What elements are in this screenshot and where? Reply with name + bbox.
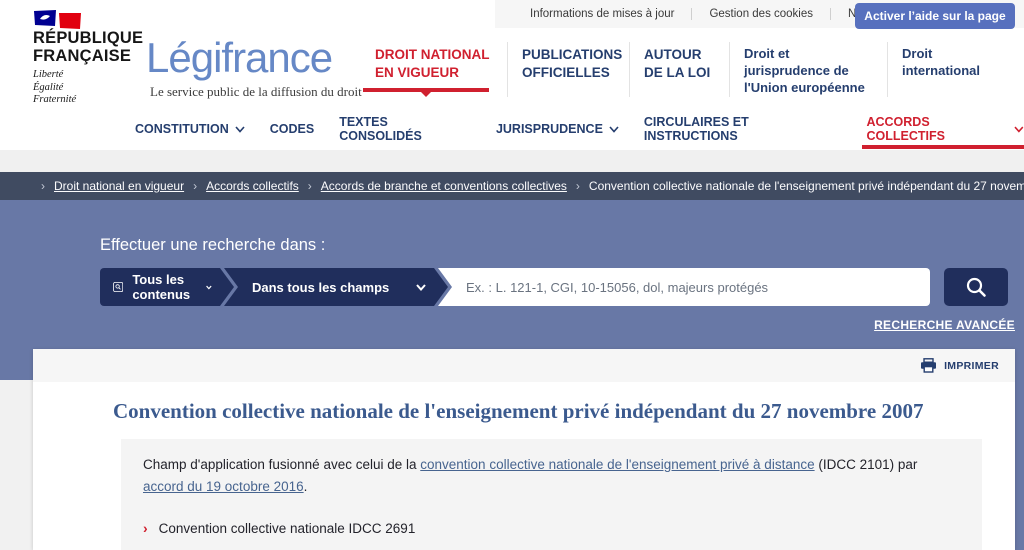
- nav-item-label: PUBLICATIONS OFFICIELLES: [522, 47, 622, 80]
- cookies-link[interactable]: Gestion des cookies: [691, 8, 830, 20]
- breadcrumb-separator: ›: [41, 179, 45, 193]
- legifrance-logo[interactable]: Légifrance: [146, 34, 332, 82]
- scope-notice-text: Champ d'application fusionné avec celui …: [143, 454, 960, 499]
- nav-item-label: Droit et jurisprudence de l'Union europé…: [744, 46, 865, 95]
- field-dropdown-value: Dans tous les champs: [252, 280, 389, 295]
- list-item-label: Enseignement privé indépendant: [159, 543, 356, 550]
- search-input[interactable]: [438, 268, 930, 306]
- breadcrumb-droit-national[interactable]: Droit national en vigueur: [54, 179, 184, 193]
- list-item-enseignement-prive[interactable]: Enseignement privé indépendant: [143, 542, 960, 550]
- search-scope-dropdown[interactable]: Tous les contenus: [100, 268, 234, 306]
- breadcrumb-separator: ›: [193, 179, 197, 193]
- nav-item-label: DROIT NATIONAL EN VIGUEUR: [375, 47, 489, 80]
- active-nav-underline: [363, 88, 489, 92]
- separator-band: [0, 150, 1024, 172]
- advanced-search-link[interactable]: RECHERCHE AVANCÉE: [874, 318, 1015, 332]
- print-button-label: IMPRIMER: [944, 360, 999, 372]
- right-background-strip: [1015, 380, 1024, 550]
- chevron-down-icon: [609, 126, 619, 133]
- nav-droit-national-en-vigueur[interactable]: DROIT NATIONAL EN VIGUEUR: [361, 42, 507, 97]
- nav-autour-de-la-loi[interactable]: AUTOUR DE LA LOI: [629, 42, 729, 97]
- notice-suffix: .: [304, 479, 308, 494]
- left-background-strip: [0, 380, 33, 550]
- advanced-search-row: RECHERCHE AVANCÉE: [0, 316, 1015, 334]
- liberte-egalite-fraternite-motto: Liberté Égalité Fraternité: [33, 69, 76, 107]
- breadcrumb: › Droit national en vigueur › Accords co…: [0, 172, 1024, 200]
- subnav-accords-collectifs[interactable]: ACCORDS COLLECTIFS: [866, 115, 1024, 143]
- enable-page-help-button[interactable]: Activer l’aide sur la page: [855, 3, 1015, 29]
- search-button[interactable]: [944, 268, 1008, 306]
- search-input-wrap: [438, 268, 930, 306]
- nav-publications-officielles[interactable]: PUBLICATIONS OFFICIELLES: [507, 42, 629, 97]
- subnav-item-label: ACCORDS COLLECTIFS: [866, 115, 1008, 143]
- printer-icon: [920, 358, 937, 373]
- document-search-icon: [113, 278, 123, 296]
- updates-info-link[interactable]: Informations de mises à jour: [513, 8, 691, 20]
- list-item-label: Convention collective nationale IDCC 269…: [159, 516, 416, 542]
- subnav-textes-consolides[interactable]: TEXTES CONSOLIDÉS: [339, 115, 471, 143]
- chevron-down-icon: [416, 284, 426, 291]
- nav-droit-international[interactable]: Droit international: [887, 42, 997, 97]
- subnav-codes[interactable]: CODES: [270, 122, 314, 136]
- search-field-dropdown[interactable]: Dans tous les champs: [224, 268, 448, 306]
- main-nav: DROIT NATIONAL EN VIGUEUR PUBLICATIONS O…: [361, 42, 997, 97]
- breadcrumb-separator: ›: [576, 179, 580, 193]
- notice-prefix: Champ d'application fusionné avec celui …: [143, 457, 420, 472]
- notice-mid: (IDCC 2101) par: [815, 457, 918, 472]
- chevron-down-icon: [235, 126, 245, 133]
- merger-accord-link[interactable]: accord du 19 octobre 2016: [143, 479, 304, 494]
- nav-item-label: Droit international: [902, 46, 980, 78]
- nav-item-label: AUTOUR DE LA LOI: [644, 47, 710, 80]
- content-panel: IMPRIMER Convention collective nationale…: [33, 349, 1015, 550]
- sub-nav: CONSTITUTION CODES TEXTES CONSOLIDÉS JUR…: [135, 108, 1024, 150]
- search-section-label: Effectuer une recherche dans :: [100, 236, 325, 255]
- breadcrumb-accords-de-branche[interactable]: Accords de branche et conventions collec…: [321, 179, 567, 193]
- breadcrumb-current-page: Convention collective nationale de l'ens…: [589, 179, 1024, 193]
- subnav-constitution[interactable]: CONSTITUTION: [135, 122, 245, 136]
- search-bar: Tous les contenus Dans tous les champs: [100, 268, 1008, 306]
- scope-dropdown-value: Tous les contenus: [132, 272, 197, 302]
- nav-droit-union-europeenne[interactable]: Droit et jurisprudence de l'Union europé…: [729, 42, 887, 97]
- print-button[interactable]: IMPRIMER: [920, 358, 999, 373]
- chevron-down-icon: [206, 284, 212, 291]
- subnav-item-label: CIRCULAIRES ET INSTRUCTIONS: [644, 115, 842, 143]
- subnav-item-label: TEXTES CONSOLIDÉS: [339, 115, 471, 143]
- linked-convention-link[interactable]: convention collective nationale de l'ens…: [420, 457, 814, 472]
- legifrance-tagline: Le service public de la diffusion du dro…: [150, 84, 362, 100]
- subnav-item-label: JURISPRUDENCE: [496, 122, 603, 136]
- republique-francaise-wordmark: RÉPUBLIQUE FRANÇAISE: [33, 30, 143, 65]
- subnav-item-label: CODES: [270, 122, 314, 136]
- search-icon: [965, 276, 987, 298]
- subnav-circulaires-et-instructions[interactable]: CIRCULAIRES ET INSTRUCTIONS: [644, 115, 842, 143]
- chevron-down-icon: [1014, 126, 1024, 133]
- related-links-list: Convention collective nationale IDCC 269…: [143, 515, 960, 550]
- page-title: Convention collective nationale de l'ens…: [113, 399, 985, 424]
- scope-notice-box: Champ d'application fusionné avec celui …: [121, 439, 982, 550]
- breadcrumb-separator: ›: [308, 179, 312, 193]
- list-item-idcc-2691[interactable]: Convention collective nationale IDCC 269…: [143, 515, 960, 542]
- subnav-item-label: CONSTITUTION: [135, 122, 229, 136]
- subnav-jurisprudence[interactable]: JURISPRUDENCE: [496, 122, 619, 136]
- breadcrumb-accords-collectifs[interactable]: Accords collectifs: [206, 179, 299, 193]
- print-bar: IMPRIMER: [33, 349, 1015, 382]
